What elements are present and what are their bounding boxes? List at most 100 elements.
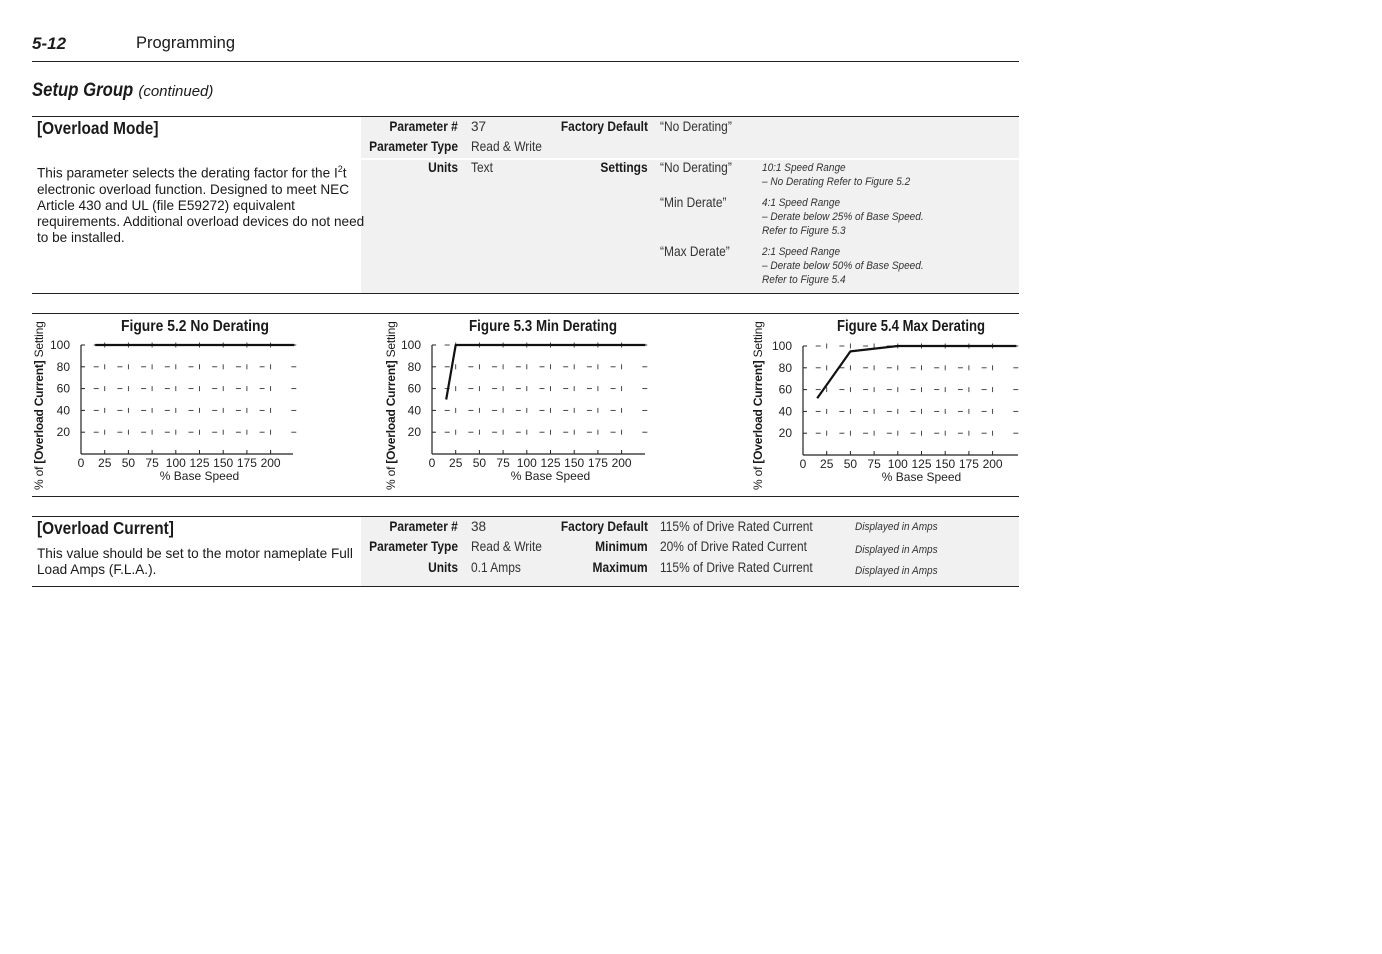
setting-note: 2:1 Speed Range (762, 246, 841, 258)
y-tick-label: 100 (772, 339, 792, 353)
figures-top-rule (32, 313, 1019, 314)
setting-note: 10:1 Speed Range (762, 162, 846, 174)
figure-title: Figure 5.3 Min Derating (469, 318, 617, 335)
setting-value: “No Derating” (660, 160, 732, 175)
y-label-prefix: % of (32, 463, 46, 490)
y-tick-label: 40 (57, 403, 71, 417)
x-tick-label: 175 (237, 456, 257, 470)
y-tick-label: 100 (401, 338, 421, 352)
y-label-prefix: % of (751, 463, 765, 490)
maximum-note: Displayed in Amps (855, 565, 938, 577)
overload-mode-title: [Overload Mode] (37, 118, 175, 139)
setting-note: Refer to Figure 5.4 (762, 274, 846, 286)
y-label-param: [Overload Current] (751, 360, 765, 464)
y-tick-label: 40 (779, 404, 793, 418)
x-tick-label: 50 (844, 457, 858, 471)
factory-default-note: Displayed in Amps (855, 521, 938, 533)
param-type-value: Read & Write (471, 139, 542, 154)
overload-mode-bottom-rule (32, 293, 1019, 294)
param-type-label: Parameter Type (369, 539, 458, 554)
x-tick-label: 100 (888, 457, 908, 471)
x-tick-label: 50 (122, 456, 136, 470)
x-axis-label: % Base Speed (511, 469, 590, 483)
x-tick-label: 75 (145, 456, 159, 470)
factory-default-label: Factory Default (560, 519, 648, 534)
param-num-label: Parameter # (389, 119, 458, 134)
setting-notes: 10:1 Speed Range – No Derating Refer to … (762, 161, 930, 189)
x-axis-label: % Base Speed (882, 470, 961, 484)
x-tick-label: 25 (98, 456, 112, 470)
y-tick-label: 20 (408, 425, 422, 439)
y-tick-label: 60 (57, 382, 71, 396)
x-tick-label: 125 (540, 456, 560, 470)
series-line (445, 343, 646, 400)
overload-current-title: [Overload Current] (37, 518, 174, 538)
setting-value: “Max Derate” (660, 244, 730, 259)
x-tick-label: 200 (612, 456, 632, 470)
group-title: Setup Group (32, 80, 134, 101)
figures-bottom-rule (32, 496, 1019, 497)
setting-note: – No Derating Refer to Figure 5.2 (762, 176, 911, 188)
setting-note: – Derate below 50% of Base Speed. (762, 260, 924, 272)
section-title: Programming (136, 34, 236, 52)
figure-title: Figure 5.4 Max Derating (837, 318, 985, 335)
minimum-value: 20% of Drive Rated Current (660, 539, 807, 554)
units-label: Units (428, 560, 458, 575)
figure-title: Figure 5.2 No Derating (121, 318, 269, 335)
group-subtitle: (continued) (138, 83, 214, 100)
units-value: Text (471, 160, 493, 175)
x-tick-label: 0 (429, 456, 436, 470)
x-tick-label: 175 (959, 457, 979, 471)
x-tick-label: 100 (517, 456, 537, 470)
x-tick-label: 200 (983, 457, 1003, 471)
settings-label: Settings (600, 160, 648, 175)
group-heading: Setup Group (continued) (32, 80, 213, 102)
x-tick-label: 200 (261, 456, 281, 470)
x-tick-label: 0 (78, 456, 85, 470)
factory-default-label: Factory Default (560, 119, 648, 134)
y-tick-label: 40 (408, 403, 422, 417)
y-tick-label: 80 (57, 360, 71, 374)
maximum-label: Maximum (592, 560, 648, 575)
y-label-prefix: % of (384, 463, 398, 490)
minimum-label: Minimum (595, 539, 648, 554)
y-label-suffix: Setting (384, 321, 398, 361)
y-tick-label: 60 (779, 383, 793, 397)
x-tick-label: 25 (820, 457, 834, 471)
series-line (816, 344, 1017, 399)
factory-default-value: “No Derating” (660, 119, 732, 134)
y-axis-label: % of [Overload Current] Setting (32, 321, 46, 490)
x-axis-label: % Base Speed (160, 469, 239, 483)
factory-default-value: 115% of Drive Rated Current (660, 519, 813, 534)
x-tick-label: 75 (867, 457, 881, 471)
x-tick-label: 150 (564, 456, 584, 470)
param-type-label: Parameter Type (369, 139, 458, 154)
param-num-value: 37 (471, 119, 487, 134)
overload-mode-title-text: [Overload Mode] (37, 118, 159, 138)
setting-note: – Derate below 25% of Base Speed. (762, 211, 924, 223)
x-tick-label: 50 (473, 456, 487, 470)
y-axis-label: % of [Overload Current] Setting (751, 321, 765, 490)
minimum-note: Displayed in Amps (855, 544, 938, 556)
x-tick-label: 125 (911, 457, 931, 471)
overload-current-bottom-rule (32, 586, 1019, 587)
x-tick-label: 0 (800, 457, 807, 471)
x-tick-label: 125 (189, 456, 209, 470)
header-rule (32, 61, 1019, 62)
y-tick-label: 80 (779, 361, 793, 375)
y-label-suffix: Setting (32, 321, 46, 361)
y-tick-label: 20 (779, 426, 793, 440)
y-tick-label: 100 (50, 338, 70, 352)
y-tick-label: 80 (408, 360, 422, 374)
setting-value: “Min Derate” (660, 195, 727, 210)
y-label-param: [Overload Current] (32, 360, 46, 464)
y-label-suffix: Setting (751, 321, 765, 361)
x-tick-label: 75 (496, 456, 510, 470)
x-tick-label: 100 (166, 456, 186, 470)
maximum-value: 115% of Drive Rated Current (660, 560, 813, 575)
param-num-value: 38 (471, 519, 487, 534)
setting-notes: 4:1 Speed Range – Derate below 25% of Ba… (762, 196, 946, 238)
x-tick-label: 150 (213, 456, 233, 470)
setting-note: Refer to Figure 5.3 (762, 225, 846, 237)
y-axis-label: % of [Overload Current] Setting (384, 321, 398, 490)
